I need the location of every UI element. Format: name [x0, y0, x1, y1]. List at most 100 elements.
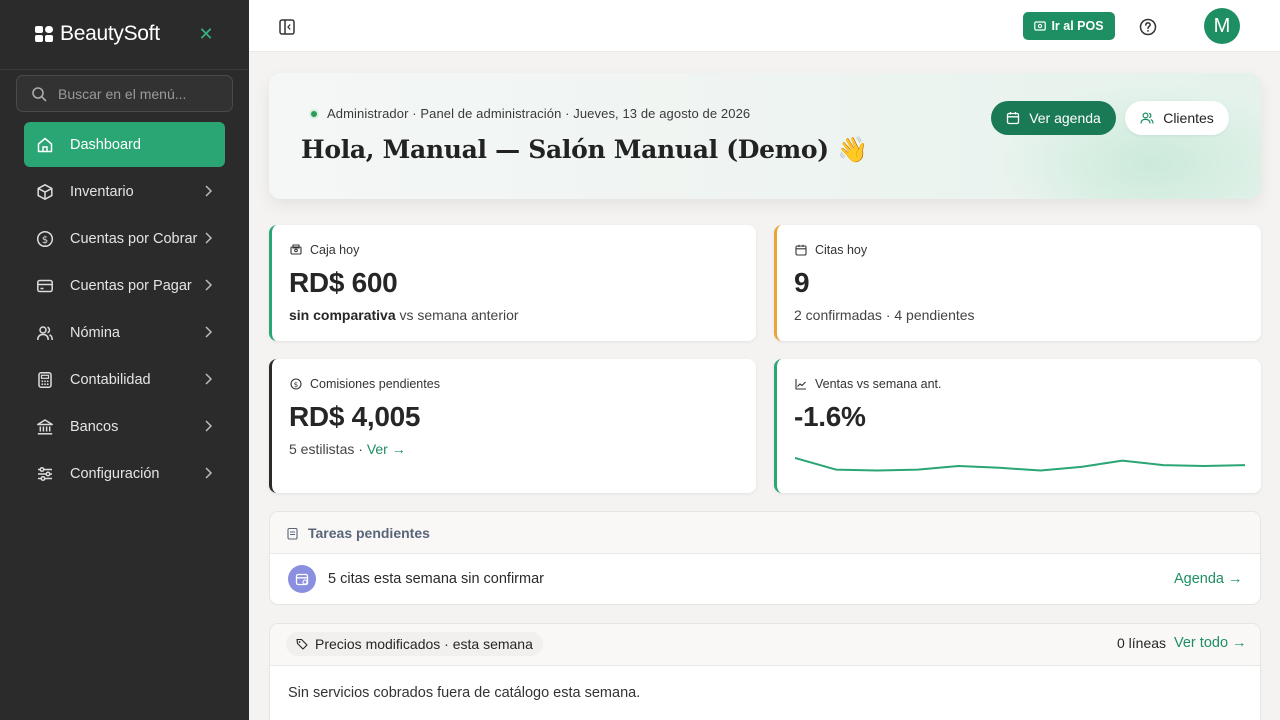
- calendar-alert-icon: [288, 565, 316, 593]
- toggle-sidebar-icon[interactable]: [278, 18, 296, 36]
- sidebar-divider: [0, 69, 249, 70]
- empty-state-message: Sin servicios cobrados fuera de catálogo…: [288, 685, 641, 701]
- card-value: 9: [794, 267, 810, 298]
- card-subtext: 2 confirmadas · 4 pendientes: [794, 307, 975, 323]
- card-value: RD$ 4,005: [289, 401, 421, 432]
- clipboard-icon: [287, 527, 298, 540]
- search-icon: [32, 86, 47, 101]
- svg-text:$: $: [294, 381, 298, 389]
- task-item: 5 citas esta semana sin confirmar: [288, 565, 544, 593]
- sales-sparkline: [795, 456, 1245, 472]
- sidebar-item-label: Nómina: [70, 324, 120, 341]
- sidebar-item-label: Inventario: [70, 183, 134, 200]
- sidebar-item-bancos[interactable]: Bancos: [24, 404, 225, 449]
- tag-icon: [296, 638, 308, 650]
- panel-title-text: Tareas pendientes: [308, 525, 430, 541]
- help-icon[interactable]: [1139, 18, 1157, 36]
- sidebar-item-inventario[interactable]: Inventario: [24, 169, 225, 214]
- calendar-icon: [795, 244, 807, 256]
- cash-icon: [1034, 21, 1047, 31]
- panel-title: Tareas pendientes: [287, 525, 430, 541]
- card-subtext: 5 estilistas · Ver →: [289, 441, 406, 457]
- trend-chart-icon: [795, 379, 806, 390]
- card-label: $ Comisiones pendientes: [290, 377, 440, 391]
- cash-register-icon: [290, 244, 302, 255]
- card-label-text: Citas hoy: [815, 243, 868, 257]
- card-icon: [37, 279, 53, 292]
- card-cash-today: Caja hoy RD$ 600 sin comparativa vs sema…: [269, 225, 756, 341]
- sidebar-item-label: Configuración: [70, 465, 160, 482]
- menu-search: [16, 75, 233, 112]
- see-all-link[interactable]: Ver todo →: [1174, 635, 1247, 651]
- bank-icon: [37, 418, 53, 435]
- card-label-text: Caja hoy: [310, 243, 360, 257]
- topbar: Ir al POS M: [249, 0, 1280, 52]
- calculator-icon: [38, 371, 52, 388]
- go-to-pos-button[interactable]: Ir al POS: [1023, 12, 1115, 40]
- panel-header: Precios modificados · esta semana 0 líne…: [270, 624, 1260, 666]
- card-pending-commissions: $ Comisiones pendientes RD$ 4,005 5 esti…: [269, 359, 756, 493]
- agenda-link[interactable]: Agenda →: [1174, 571, 1243, 587]
- lines-count: 0 líneas: [1117, 635, 1167, 651]
- brand: BeautySoft: [35, 20, 160, 48]
- view-agenda-button[interactable]: Ver agenda: [991, 101, 1116, 135]
- card-value: RD$ 600: [289, 267, 398, 298]
- sidebar-item-configuracion[interactable]: Configuración: [24, 451, 225, 496]
- card-label: Ventas vs semana ant.: [795, 377, 941, 391]
- card-label-text: Comisiones pendientes: [310, 377, 440, 391]
- brand-logo-icon: [35, 26, 54, 42]
- dollar-circle-icon: $: [36, 230, 54, 247]
- users-icon: [1140, 112, 1154, 124]
- panel-header: Tareas pendientes: [270, 512, 1260, 554]
- chevron-right-icon: [205, 279, 213, 291]
- card-label: Citas hoy: [795, 243, 867, 257]
- menu-search-input[interactable]: [58, 85, 228, 102]
- sliders-icon: [38, 466, 52, 481]
- modified-prices-chip: Precios modificados · esta semana: [286, 632, 543, 656]
- sparkline-line: [795, 456, 1245, 472]
- task-text: 5 citas esta semana sin confirmar: [328, 571, 544, 587]
- page-title: Hola, Manual — Salón Manual (Demo) 👋: [301, 135, 869, 164]
- chevron-right-icon: [205, 185, 213, 197]
- sidebar-item-cuentas-por-cobrar[interactable]: $ Cuentas por Cobrar: [24, 216, 225, 261]
- card-label-text: Ventas vs semana ant.: [815, 377, 942, 391]
- box-icon: [37, 183, 53, 200]
- svg-text:$: $: [42, 235, 48, 246]
- card-subtext-bold: sin comparativa: [289, 307, 396, 323]
- banner-meta-text: Administrador · Panel de administración …: [327, 106, 751, 121]
- sidebar-item-label: Contabilidad: [70, 371, 151, 388]
- clients-button[interactable]: Clientes: [1125, 101, 1229, 135]
- users-icon: [37, 325, 53, 340]
- card-subtext-text: 5 estilistas ·: [289, 441, 367, 457]
- close-sidebar-icon[interactable]: ✕: [198, 24, 214, 44]
- sidebar-item-cuentas-por-pagar[interactable]: Cuentas por Pagar: [24, 263, 225, 308]
- card-label: Caja hoy: [290, 243, 359, 257]
- sidebar: BeautySoft ✕ Dashboard Inventario $ Cuen…: [0, 0, 249, 720]
- status-dot-icon: [309, 108, 319, 119]
- pending-tasks-panel: Tareas pendientes 5 citas esta semana si…: [269, 511, 1261, 605]
- view-commissions-link[interactable]: Ver →: [367, 441, 406, 457]
- brand-name: BeautySoft: [60, 22, 160, 45]
- chevron-right-icon: [205, 373, 213, 385]
- card-subtext-rest: vs semana anterior: [395, 307, 519, 323]
- card-appointments-today: Citas hoy 9 2 confirmadas · 4 pendientes: [774, 225, 1261, 341]
- sidebar-item-dashboard[interactable]: Dashboard: [24, 122, 225, 167]
- view-agenda-label: Ver agenda: [1029, 110, 1101, 126]
- chip-text: Precios modificados · esta semana: [315, 636, 533, 652]
- sidebar-item-nomina[interactable]: Nómina: [24, 310, 225, 355]
- sidebar-item-label: Cuentas por Cobrar: [70, 230, 198, 247]
- chevron-right-icon: [205, 420, 213, 432]
- card-sales-vs-last-week: Ventas vs semana ant. -1.6%: [774, 359, 1261, 493]
- welcome-banner: Administrador · Panel de administración …: [269, 73, 1261, 199]
- chevron-right-icon: [205, 467, 213, 479]
- avatar[interactable]: M: [1204, 8, 1240, 44]
- calendar-icon: [1007, 112, 1020, 125]
- sidebar-item-contabilidad[interactable]: Contabilidad: [24, 357, 225, 402]
- clients-label: Clientes: [1163, 110, 1214, 126]
- modified-prices-panel: Precios modificados · esta semana 0 líne…: [269, 623, 1261, 720]
- sidebar-item-label: Cuentas por Pagar: [70, 277, 192, 294]
- home-icon: [37, 137, 53, 152]
- chevron-right-icon: [205, 232, 213, 244]
- sidebar-item-label: Bancos: [70, 418, 119, 435]
- card-subtext: sin comparativa vs semana anterior: [289, 307, 519, 323]
